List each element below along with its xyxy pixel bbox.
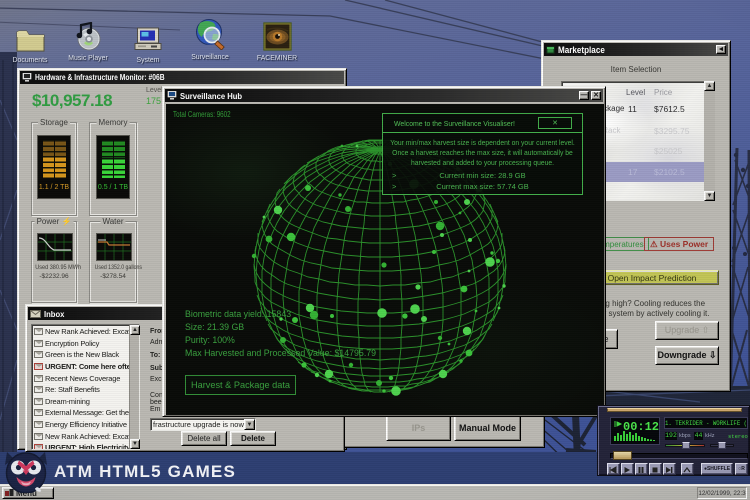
svg-text:00:12: 00:12 [623, 420, 659, 434]
